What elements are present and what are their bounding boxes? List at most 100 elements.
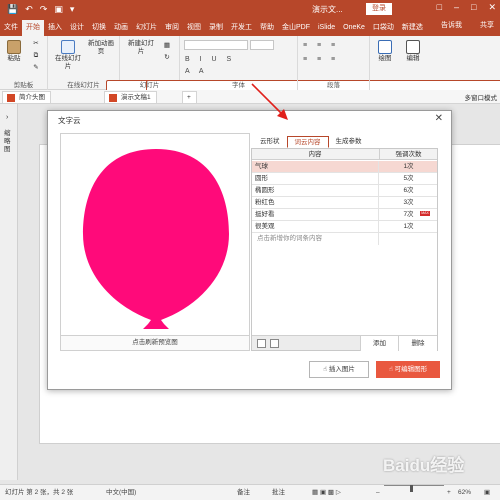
tab-file[interactable]: 文件 (0, 20, 22, 36)
layout-button[interactable]: ▦ (160, 42, 174, 50)
tab-slideshow[interactable]: 幻灯片 (132, 20, 161, 36)
insert-image-button[interactable]: ☝ 插入图片 (309, 361, 369, 378)
cell-word[interactable]: 挺好看 (255, 209, 275, 220)
cell-count[interactable]: 6次 (380, 185, 437, 196)
new-slide-button[interactable]: 新建幻灯片 (126, 40, 500, 380)
fit-slide-icon[interactable]: ▣ (484, 485, 490, 500)
table-row[interactable]: 粉红色 3次 (252, 197, 437, 209)
new-entry-placeholder[interactable]: 点击新增你的词条内容 (257, 233, 322, 244)
tab-review[interactable]: 审阅 (161, 20, 183, 36)
zoom-out-button[interactable]: – (376, 485, 380, 500)
table-footer: 添加 删除 (252, 335, 437, 351)
doc-tab-intro[interactable]: 简介头图 (2, 91, 51, 103)
tab-record[interactable]: 录制 (205, 20, 227, 36)
table-row[interactable]: 挺好看 7次 MAX (252, 209, 437, 221)
new-animation-page-button[interactable]: 新加动画页 (86, 40, 500, 380)
list-buttons[interactable]: ≡ ≡ ≡ (303, 42, 339, 49)
maximize-icon[interactable]: □ (471, 2, 476, 13)
font-color-buttons[interactable]: A A (185, 68, 208, 75)
cell-count[interactable]: 1次 (380, 221, 437, 232)
tab-animations[interactable]: 动画 (110, 20, 132, 36)
zoom-level[interactable]: 62% (458, 485, 471, 500)
tab-new-selection[interactable]: 新建选 (398, 20, 427, 36)
cut-button[interactable]: ✂ (28, 40, 44, 48)
copy-button[interactable]: ⧉ (28, 52, 44, 60)
zoom-slider-handle[interactable] (410, 485, 413, 492)
cell-count[interactable]: 1次 (380, 161, 437, 172)
table-row[interactable]: 圆形 5次 (252, 173, 437, 185)
drawing-label: 绘图 (378, 55, 392, 62)
table-row[interactable]: 气球 1次 (252, 161, 437, 173)
subtab-cloud-shape[interactable]: 云形状 (253, 136, 287, 148)
cut-icon: ✂ (33, 40, 39, 47)
add-button[interactable]: 添加 (360, 336, 398, 351)
reset-button[interactable]: ↻ (160, 54, 174, 62)
cell-count[interactable]: 3次 (380, 197, 437, 208)
online-slides-button[interactable]: 在线幻灯片 (54, 40, 82, 71)
present-icon[interactable]: ▣ (54, 4, 63, 14)
close-icon[interactable]: ✕ (435, 113, 443, 124)
subtab-cloud-content[interactable]: 词云内容 (286, 136, 329, 148)
undo-icon[interactable]: ↶ (25, 4, 33, 14)
subtab-generate-params[interactable]: 生成参数 (329, 136, 369, 148)
drawing-button[interactable]: 绘图 (374, 40, 396, 63)
paste-button[interactable]: 粘贴 (4, 40, 24, 63)
expand-arrow-icon[interactable]: › (6, 114, 8, 121)
cell-word[interactable]: 粉红色 (255, 197, 275, 208)
tab-design[interactable]: 设计 (66, 20, 88, 36)
word-cloud-dialog: 文字云 ✕ 点击刷新预览图 云形状 词云内容 生成参数 内容 强调次数 气球 1次… (47, 110, 452, 390)
format-painter-button[interactable]: ✎ (28, 64, 44, 72)
cell-word[interactable]: 很美观 (255, 221, 275, 232)
view-buttons[interactable]: ▦ ▣ ▩ ▷ (312, 485, 341, 500)
more-icon[interactable]: ▾ (70, 4, 75, 14)
align-buttons[interactable]: ≡ ≡ ≡ (303, 56, 339, 63)
tab-view[interactable]: 视图 (183, 20, 205, 36)
save-icon[interactable]: 💾 (7, 4, 18, 14)
import-icon[interactable] (257, 339, 266, 348)
editable-graphic-button[interactable]: ☝ 可编辑图形 (376, 361, 440, 378)
minimize-icon[interactable]: – (454, 2, 459, 13)
table-row[interactable]: 椭圆形 6次 (252, 185, 437, 197)
tab-onekey[interactable]: OneKe (339, 20, 369, 36)
tab-pocket-animation[interactable]: 口袋动 (369, 20, 398, 36)
close-icon[interactable]: ✕ (488, 2, 496, 13)
new-tab-button[interactable]: + (182, 91, 197, 103)
delete-button[interactable]: 删除 (398, 336, 437, 351)
doc-tab-label: 简介头图 (19, 94, 45, 101)
font-format-buttons[interactable]: B I U S (185, 56, 235, 63)
font-name-select[interactable] (184, 40, 248, 50)
notes-button[interactable]: 备注 (237, 485, 250, 500)
clear-icon[interactable] (270, 339, 279, 348)
refresh-preview-button[interactable]: 点击刷新预览图 (61, 335, 249, 350)
language-indicator[interactable]: 中文(中国) (106, 485, 136, 500)
new-entry-row[interactable]: 点击新增你的词条内容 (252, 233, 437, 245)
zoom-slider[interactable] (384, 485, 444, 486)
table-row[interactable]: 很美观 1次 (252, 221, 437, 233)
doc-tab-presentation1[interactable]: 演示文稿1 (104, 91, 157, 103)
tab-islide[interactable]: iSlide (314, 20, 339, 36)
cell-word[interactable]: 椭圆形 (255, 185, 275, 196)
cell-word[interactable]: 圆形 (255, 173, 268, 184)
comments-button[interactable]: 批注 (272, 485, 285, 500)
zoom-in-button[interactable]: + (447, 485, 451, 500)
find-icon (406, 40, 420, 54)
font-size-select[interactable] (250, 40, 274, 50)
ribbon-options-icon[interactable]: □ (437, 2, 442, 13)
cell-count[interactable]: 5次 (380, 173, 437, 184)
thumbnail-label[interactable]: 缩略图 (4, 130, 13, 154)
share-button[interactable]: 共享 (480, 20, 494, 30)
tell-me-search[interactable]: 告诉我 (441, 20, 462, 30)
tab-home[interactable]: 开始 (22, 20, 44, 36)
ribbon: 粘贴 ✂ ⧉ ✎ 剪贴板 在线幻灯片 新加动画页 在线幻灯片 新建幻灯片 ▦ ↻… (0, 36, 500, 380)
login-button[interactable]: 登录 (366, 3, 392, 15)
tab-transitions[interactable]: 切换 (88, 20, 110, 36)
tab-developer[interactable]: 开发工 (227, 20, 256, 36)
redo-icon[interactable]: ↷ (40, 4, 48, 14)
tab-help[interactable]: 帮助 (256, 20, 278, 36)
cell-word[interactable]: 气球 (255, 161, 268, 172)
tab-kingsoft-pdf[interactable]: 金山PDF (278, 20, 314, 36)
editing-button[interactable]: 编辑 (402, 40, 424, 63)
multi-window-mode[interactable]: 多窗口模式 (465, 92, 498, 102)
group-drawing: 绘图 编辑 (370, 36, 436, 90)
tab-insert[interactable]: 插入 (44, 20, 66, 36)
